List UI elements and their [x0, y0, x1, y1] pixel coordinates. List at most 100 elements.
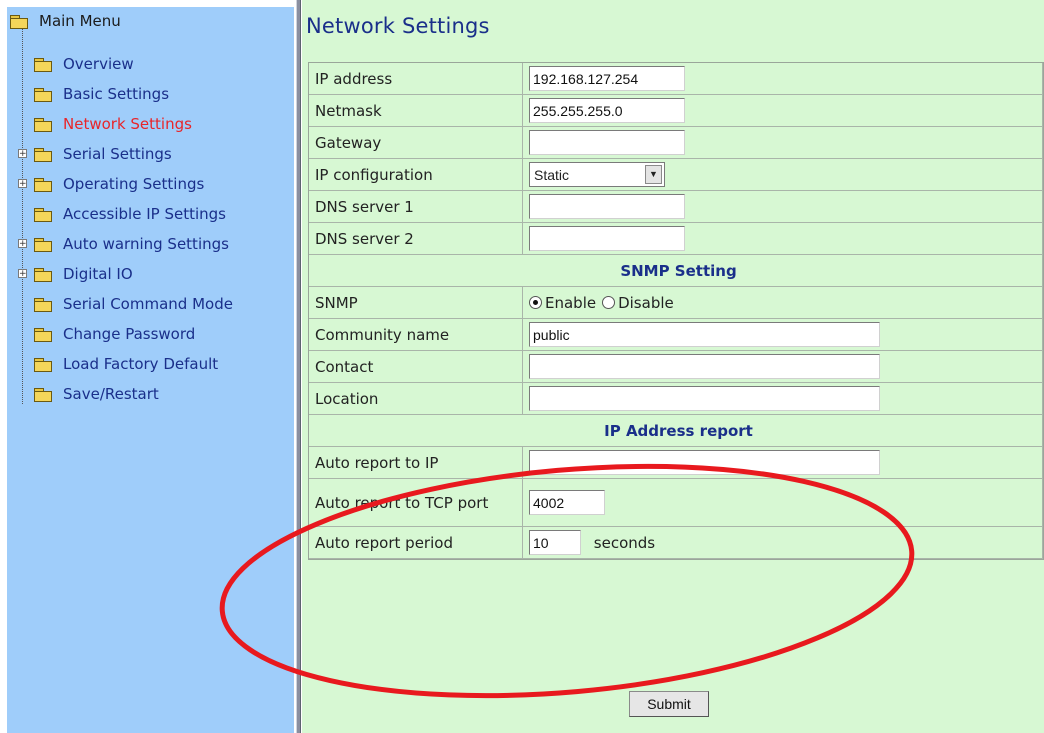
network-settings-form: IP address Netmask Gateway IP configurat…: [308, 62, 1044, 560]
community-name-input[interactable]: [529, 322, 880, 347]
sidebar-item-label: Network Settings: [63, 115, 192, 133]
dns-server-1-label: DNS server 1: [309, 191, 523, 223]
ip-configuration-select[interactable]: Static ▼: [529, 162, 665, 187]
community-name-label: Community name: [309, 319, 523, 351]
folder-open-icon: [10, 14, 28, 29]
sidebar-item-accessible-ip-settings[interactable]: Accessible IP Settings: [34, 200, 226, 228]
sidebar-root-label: Main Menu: [39, 12, 121, 30]
form-row: SNMP Setting: [309, 255, 1043, 287]
sidebar-item-overview[interactable]: Overview: [34, 50, 134, 78]
sidebar-item-digital-io[interactable]: Digital IO: [34, 260, 133, 288]
page-title: Network Settings: [306, 14, 490, 38]
snmp-disable-radio[interactable]: [602, 296, 616, 309]
location-input[interactable]: [529, 386, 880, 411]
auto-report-ip-input[interactable]: [529, 450, 880, 475]
form-row: Gateway: [309, 127, 1043, 159]
form-row: Auto report period seconds: [309, 527, 1043, 559]
form-cell: [523, 383, 1043, 415]
folder-icon: [34, 297, 52, 312]
gateway-label: Gateway: [309, 127, 523, 159]
sidebar-item-basic-settings[interactable]: Basic Settings: [34, 80, 169, 108]
form-row: Contact: [309, 351, 1043, 383]
form-row: IP address: [309, 63, 1043, 95]
plus-box-icon[interactable]: +: [18, 149, 27, 159]
folder-icon: [34, 207, 52, 222]
sidebar-item-label: Change Password: [63, 325, 196, 343]
form-row: SNMP Enable Disable: [309, 287, 1043, 319]
snmp-section-header: SNMP Setting: [309, 255, 1043, 287]
form-cell: seconds: [523, 527, 1043, 559]
form-cell: [523, 351, 1043, 383]
sidebar-item-label: Accessible IP Settings: [63, 205, 226, 223]
sidebar-item-label: Serial Command Mode: [63, 295, 233, 313]
gateway-input[interactable]: [529, 130, 685, 155]
sidebar-item-save-restart[interactable]: Save/Restart: [34, 380, 159, 408]
plus-box-icon[interactable]: +: [18, 239, 27, 249]
sidebar-item-label: Load Factory Default: [63, 355, 219, 373]
auto-report-port-label: Auto report to TCP port: [309, 479, 523, 527]
form-cell: Static ▼: [523, 159, 1043, 191]
sidebar-item-serial-settings[interactable]: Serial Settings: [34, 140, 172, 168]
auto-report-ip-label: Auto report to IP: [309, 447, 523, 479]
sidebar-item-network-settings[interactable]: Network Settings: [34, 110, 192, 138]
form-cell: [523, 95, 1043, 127]
ip-address-input[interactable]: [529, 66, 685, 91]
form-row: IP configuration Static ▼: [309, 159, 1043, 191]
form-cell: [523, 319, 1043, 351]
snmp-disable-option[interactable]: Disable: [602, 294, 674, 312]
dns-server-2-input[interactable]: [529, 226, 685, 251]
form-cell: [523, 191, 1043, 223]
auto-report-port-input[interactable]: [529, 490, 605, 515]
sidebar-item-auto-warning-settings[interactable]: Auto warning Settings: [34, 230, 229, 258]
sidebar-item-label: Operating Settings: [63, 175, 205, 193]
folder-icon: [34, 327, 52, 342]
submit-button[interactable]: Submit: [629, 691, 709, 717]
ip-configuration-value: Static: [534, 166, 570, 183]
contact-input[interactable]: [529, 354, 880, 379]
sidebar-item-label: Overview: [63, 55, 134, 73]
sidebar-root-main-menu[interactable]: Main Menu: [10, 7, 121, 35]
snmp-enable-option[interactable]: Enable: [529, 294, 596, 312]
auto-report-period-input[interactable]: [529, 530, 581, 555]
form-row: DNS server 1: [309, 191, 1043, 223]
dns-server-1-input[interactable]: [529, 194, 685, 219]
ip-address-label: IP address: [309, 63, 523, 95]
sidebar-item-label: Save/Restart: [63, 385, 159, 403]
folder-icon: [34, 177, 52, 192]
form-row: Location: [309, 383, 1043, 415]
chevron-down-icon[interactable]: ▼: [645, 165, 662, 184]
folder-icon: [34, 87, 52, 102]
form-cell: [523, 223, 1043, 255]
sidebar-item-serial-command-mode[interactable]: Serial Command Mode: [34, 290, 233, 318]
folder-icon: [34, 387, 52, 402]
snmp-disable-label: Disable: [618, 293, 674, 312]
folder-icon: [34, 237, 52, 252]
plus-box-icon[interactable]: +: [18, 269, 27, 279]
tree-connector: [22, 29, 23, 404]
snmp-enable-label: Enable: [545, 293, 597, 312]
sidebar-item-load-factory-default[interactable]: Load Factory Default: [34, 350, 218, 378]
frame-divider[interactable]: [296, 0, 301, 733]
folder-icon: [34, 267, 52, 282]
folder-icon: [34, 147, 52, 162]
location-label: Location: [309, 383, 523, 415]
form-row: Netmask: [309, 95, 1043, 127]
folder-icon: [34, 117, 52, 132]
form-cell: [523, 479, 1043, 527]
contact-label: Contact: [309, 351, 523, 383]
netmask-label: Netmask: [309, 95, 523, 127]
auto-report-period-unit: seconds: [593, 533, 656, 552]
folder-icon: [34, 57, 52, 72]
plus-box-icon[interactable]: +: [18, 179, 27, 189]
netmask-input[interactable]: [529, 98, 685, 123]
sidebar: Main Menu Overview Basic Settings Networ…: [7, 7, 294, 733]
form-row: Auto report to TCP port: [309, 479, 1043, 527]
form-row: IP Address report: [309, 415, 1043, 447]
sidebar-item-change-password[interactable]: Change Password: [34, 320, 195, 348]
snmp-enable-radio[interactable]: [529, 296, 542, 309]
sidebar-item-operating-settings[interactable]: Operating Settings: [34, 170, 204, 198]
ip-address-report-section-header: IP Address report: [309, 415, 1043, 447]
form-cell: [523, 63, 1043, 95]
folder-icon: [34, 357, 52, 372]
form-row: DNS server 2: [309, 223, 1043, 255]
